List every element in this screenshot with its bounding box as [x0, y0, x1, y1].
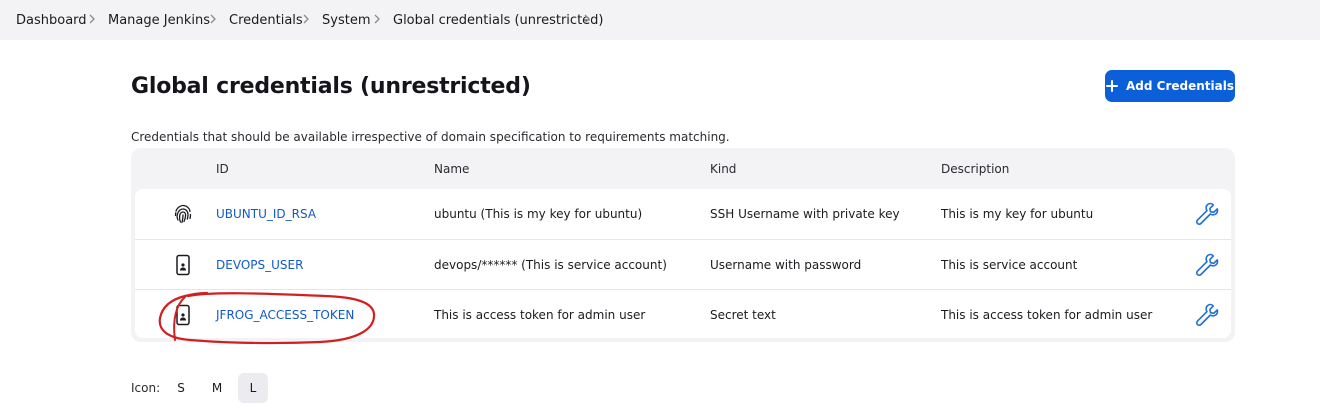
- column-header-name[interactable]: Name: [434, 162, 469, 176]
- credential-name: This is access token for admin user: [434, 308, 646, 322]
- credential-id-link[interactable]: UBUNTU_ID_RSA: [216, 207, 316, 221]
- icon-size-medium-option[interactable]: M: [202, 373, 232, 403]
- add-credentials-button[interactable]: Add Credentials: [1105, 70, 1235, 102]
- icon-size-label: Icon:: [131, 381, 161, 395]
- credential-id-link[interactable]: JFROG_ACCESS_TOKEN: [216, 308, 354, 322]
- column-header-kind[interactable]: Kind: [710, 162, 736, 176]
- icon-size-large-option[interactable]: L: [238, 373, 268, 403]
- page-description: Credentials that should be available irr…: [131, 130, 730, 144]
- chevron-right-icon: [88, 12, 96, 26]
- plus-icon: [1106, 80, 1118, 92]
- chevron-right-icon: [373, 12, 381, 26]
- wrench-icon[interactable]: [1193, 200, 1221, 228]
- breadcrumb-dashboard[interactable]: Dashboard: [16, 13, 87, 28]
- breadcrumb: Dashboard Manage Jenkins Credentials Sys…: [0, 0, 1320, 40]
- credential-name: devops/****** (This is service account): [434, 258, 667, 272]
- credential-kind: Username with password: [710, 258, 862, 272]
- user-card-icon: [171, 303, 195, 327]
- icon-size-small-option[interactable]: S: [166, 373, 196, 403]
- chevron-right-icon[interactable]: [583, 12, 591, 26]
- chevron-right-icon: [302, 12, 310, 26]
- credential-description: This is my key for ubuntu: [941, 207, 1094, 221]
- page-title: Global credentials (unrestricted): [131, 74, 531, 99]
- credential-kind: SSH Username with private key: [710, 207, 900, 221]
- column-header-description[interactable]: Description: [941, 162, 1009, 176]
- credential-kind: Secret text: [710, 308, 776, 322]
- column-header-id[interactable]: ID: [216, 162, 229, 176]
- table-row: JFROG_ACCESS_TOKEN This is access token …: [135, 289, 1231, 339]
- credentials-table: ID Name Kind Description UBUNTU_ID_RSA u…: [131, 148, 1235, 342]
- breadcrumb-manage-jenkins[interactable]: Manage Jenkins: [108, 13, 210, 28]
- fingerprint-icon: [171, 202, 195, 226]
- breadcrumb-credentials[interactable]: Credentials: [229, 13, 303, 28]
- wrench-icon[interactable]: [1193, 251, 1221, 279]
- credential-description: This is service account: [941, 258, 1078, 272]
- table-row: UBUNTU_ID_RSA ubuntu (This is my key for…: [135, 189, 1231, 239]
- breadcrumb-system[interactable]: System: [322, 13, 370, 28]
- breadcrumb-global-credentials[interactable]: Global credentials (unrestricted): [393, 13, 604, 28]
- table-row: DEVOPS_USER devops/****** (This is servi…: [135, 239, 1231, 289]
- credential-id-link[interactable]: DEVOPS_USER: [216, 258, 303, 272]
- chevron-right-icon: [209, 12, 217, 26]
- wrench-icon[interactable]: [1193, 301, 1221, 329]
- user-card-icon: [171, 253, 195, 277]
- add-credentials-label: Add Credentials: [1126, 79, 1234, 93]
- credential-name: ubuntu (This is my key for ubuntu): [434, 207, 643, 221]
- credential-description: This is access token for admin user: [941, 308, 1153, 322]
- credentials-table-body: UBUNTU_ID_RSA ubuntu (This is my key for…: [135, 189, 1231, 338]
